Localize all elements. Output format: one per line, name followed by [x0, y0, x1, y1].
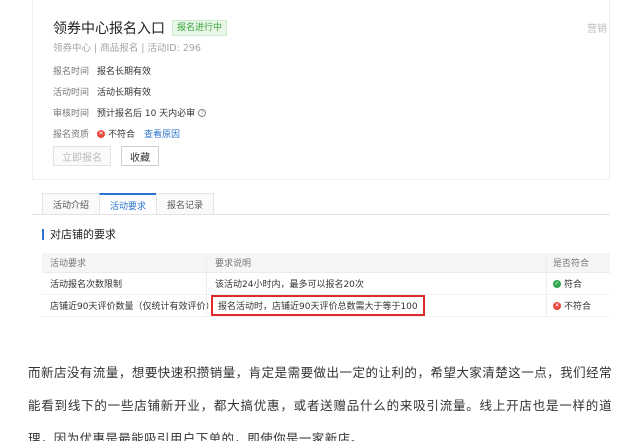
error-icon: ✕ — [97, 129, 105, 138]
cell-result: ✓ 符合 — [546, 273, 610, 294]
qualification-status: 不符合 — [108, 130, 136, 140]
tab-divider — [32, 214, 610, 215]
activity-card: 领券中心报名入口 报名进行中 领券中心 | 商品报名 | 活动ID: 296 营… — [32, 0, 610, 180]
result-text: 不符合 — [564, 302, 592, 312]
corner-label: 营销 — [587, 24, 607, 35]
section-title-text: 对店铺的要求 — [50, 228, 116, 241]
activity-title: 领券中心报名入口 — [53, 21, 165, 37]
tab-activity-intro[interactable]: 活动介绍 — [42, 193, 101, 215]
info-value: 报名长期有效 — [97, 67, 152, 77]
cell-description: 该活动24小时内，最多可以报名20次 — [206, 273, 546, 294]
favorite-button[interactable]: 收藏 — [121, 146, 159, 166]
info-rows: 报名时间 报名长期有效 活动时间 活动长期有效 审核时间 预计报名后 10 天内… — [53, 60, 207, 144]
tab-signup-records[interactable]: 报名记录 — [156, 193, 215, 215]
check-icon: ✓ — [553, 279, 561, 288]
info-label: 报名时间 — [53, 67, 90, 77]
table-row: 活动报名次数限制 该活动24小时内，最多可以报名20次 ✓ 符合 — [42, 273, 610, 295]
status-badge: 报名进行中 — [172, 20, 228, 36]
info-value: 预计报名后 10 天内必审 — [97, 109, 196, 119]
cell-description: 报名活动时，店铺近90天评价总数需大于等于100 — [206, 295, 546, 316]
info-label: 活动时间 — [53, 88, 90, 98]
view-reason-link[interactable]: 查看原因 — [144, 127, 180, 140]
tab-bar: 活动介绍 活动要求 报名记录 — [42, 193, 215, 215]
header-result: 是否符合 — [546, 253, 610, 272]
cell-requirement: 店铺近90天评价数量（仅统计有效评价） — [50, 302, 215, 312]
table-row: 店铺近90天评价数量（仅统计有效评价） 报名活动时，店铺近90天评价总数需大于等… — [42, 295, 610, 317]
article-paragraph: 而新店没有流量，想要快速积攒销量，肯定是需要做出一定的让利的，希望大家清楚这一点… — [28, 365, 612, 441]
info-row-qualification: 报名资质 ✕ 不符合 查看原因 — [53, 123, 206, 144]
header-description: 要求说明 — [206, 253, 546, 272]
cell-result: ✕ 不符合 — [546, 295, 610, 316]
info-value: 活动长期有效 — [97, 88, 152, 98]
signup-button[interactable]: 立即报名 — [53, 146, 111, 166]
highlighted-description: 报名活动时，店铺近90天评价总数需大于等于100 — [211, 295, 425, 316]
section-title: 对店铺的要求 — [42, 226, 116, 242]
error-icon: ✕ — [553, 301, 561, 310]
info-label: 审核时间 — [53, 109, 90, 119]
cell-requirement: 活动报名次数限制 — [50, 280, 123, 290]
info-row-review-time: 审核时间 预计报名后 10 天内必审 ? — [53, 102, 207, 123]
info-label: 报名资质 — [53, 130, 90, 140]
result-text: 符合 — [564, 280, 583, 290]
section-accent-bar — [42, 228, 44, 240]
info-row-activity-time: 活动时间 活动长期有效 — [53, 81, 206, 102]
activity-meta: 领券中心 | 商品报名 | 活动ID: 296 — [53, 43, 201, 54]
header-requirement: 活动要求 — [50, 259, 87, 269]
title-row: 领券中心报名入口 报名进行中 — [53, 18, 228, 38]
requirements-table: 活动要求 要求说明 是否符合 活动报名次数限制 该活动24小时内，最多可以报名2… — [42, 253, 610, 317]
action-buttons: 立即报名 收藏 — [53, 146, 159, 166]
info-row-signup-time: 报名时间 报名长期有效 — [53, 60, 206, 81]
table-header: 活动要求 要求说明 是否符合 — [42, 253, 610, 273]
tab-activity-requirements[interactable]: 活动要求 — [99, 193, 158, 215]
help-icon[interactable]: ? — [198, 108, 207, 117]
